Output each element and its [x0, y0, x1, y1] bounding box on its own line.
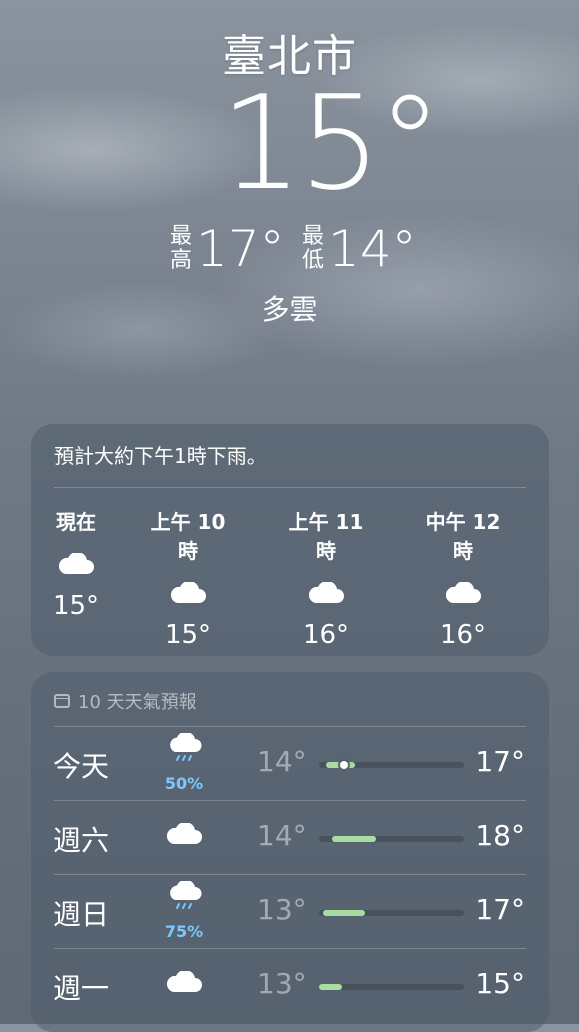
high-temp: 17°	[196, 220, 285, 278]
forecast-row[interactable]: 今天 50% 14° 17°	[31, 727, 549, 801]
hour-time: 中午 12 時	[425, 510, 501, 563]
precip-chance: 50%	[164, 774, 204, 793]
forecast-row[interactable]: 週日 75% 13° 17°	[31, 875, 549, 949]
temp-range-bar	[319, 836, 464, 842]
forecast-low: 13°	[257, 893, 307, 926]
high-low-row: 最 高 17° 最 低 14°	[0, 224, 579, 284]
temp-range-bar	[319, 761, 464, 769]
hour-time: 上午 11 時	[288, 510, 364, 563]
hourly-forecast-card[interactable]: 預計大約下午1時下雨。 現在 15° 上午 10 時 15° 上午 11 時 1…	[31, 424, 549, 656]
forecast-row[interactable]: 週一 13° 15°	[31, 949, 549, 1023]
high-temp-group: 最 高 17°	[170, 224, 285, 274]
cloud-icon	[169, 582, 207, 604]
temp-range-bar	[319, 910, 464, 916]
current-temp-marker	[339, 761, 348, 769]
hour-time: 上午 10 時	[150, 510, 226, 563]
hour-item[interactable]: 中午 12 時 16°	[413, 506, 513, 650]
condition-text: 多雲	[261, 293, 318, 326]
temp-range-fill	[332, 836, 376, 842]
hour-item[interactable]: 上午 10 時 15°	[138, 506, 238, 650]
low-temp: 14°	[328, 220, 417, 278]
forecast-title: 10 天天氣預報	[78, 692, 197, 713]
temp-range-fill	[319, 984, 343, 990]
temp-range-fill	[323, 910, 366, 916]
forecast-high: 17°	[475, 893, 525, 926]
cloud-icon	[444, 582, 482, 604]
hour-item[interactable]: 現在 15°	[31, 506, 126, 621]
forecast-low: 13°	[257, 967, 307, 1000]
hour-temp: 15°	[52, 591, 100, 621]
divider	[54, 487, 526, 488]
forecast-day: 週日	[53, 898, 110, 931]
cloud-icon	[165, 971, 205, 1011]
current-temperature: 15°	[220, 67, 442, 219]
temp-range-bar	[319, 984, 464, 990]
cloud-icon	[165, 823, 205, 863]
ten-day-forecast-card[interactable]: 10 天天氣預報 今天 50% 14° 17° 週六 14° 18° 週日 75…	[31, 672, 549, 1032]
calendar-icon	[54, 694, 70, 708]
hour-temp: 15°	[164, 620, 212, 650]
high-label: 最 高	[170, 224, 193, 273]
forecast-low: 14°	[257, 745, 307, 778]
forecast-row[interactable]: 週六 14° 18°	[31, 801, 549, 875]
cloud-icon	[307, 582, 345, 604]
forecast-day: 今天	[53, 750, 110, 783]
hour-temp: 16°	[439, 620, 487, 650]
cloud-rain-icon	[165, 733, 205, 773]
forecast-day: 週六	[53, 824, 110, 857]
hour-time: 現在	[56, 510, 96, 534]
hourly-summary: 預計大約下午1時下雨。	[54, 444, 267, 468]
low-temp-group: 最 低 14°	[302, 224, 417, 274]
precip-chance: 75%	[164, 922, 204, 941]
forecast-day: 週一	[53, 972, 110, 1005]
forecast-high: 15°	[475, 967, 525, 1000]
forecast-low: 14°	[257, 819, 307, 852]
forecast-high: 18°	[475, 819, 525, 852]
low-label: 最 低	[302, 224, 325, 273]
cloud-icon	[57, 553, 95, 575]
forecast-header: 10 天天氣預報	[54, 688, 197, 714]
hour-item[interactable]: 上午 11 時 16°	[276, 506, 376, 650]
hour-temp: 16°	[302, 620, 350, 650]
cloud-rain-icon	[165, 881, 205, 921]
forecast-high: 17°	[475, 745, 525, 778]
